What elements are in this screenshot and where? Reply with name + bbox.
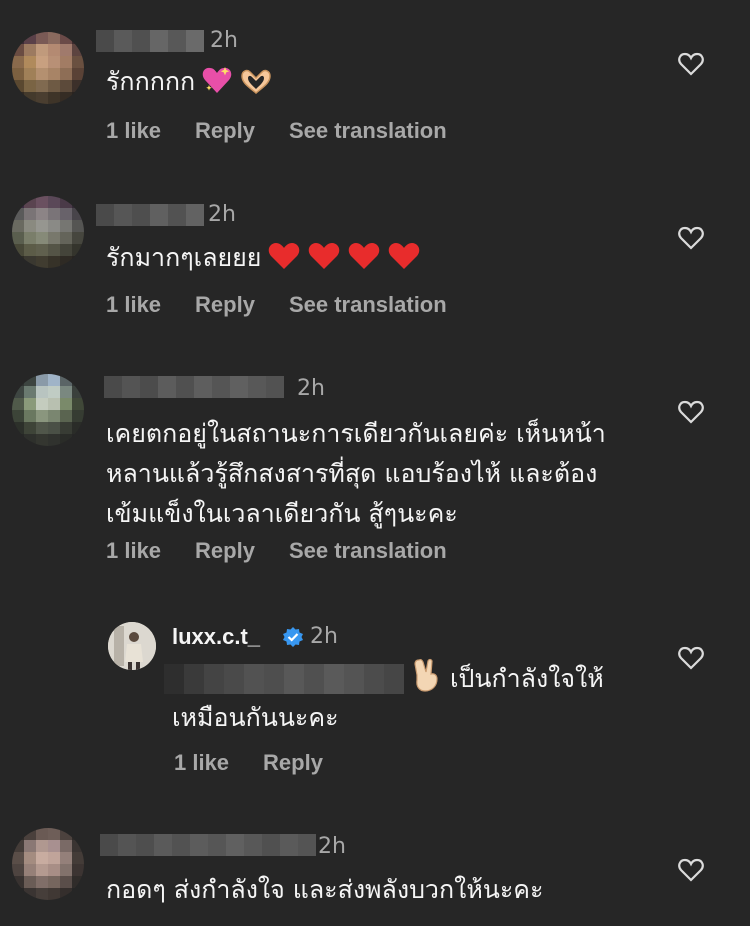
like-heart-icon[interactable] (678, 858, 704, 882)
avatar[interactable] (12, 374, 84, 446)
avatar[interactable] (12, 196, 84, 268)
comment-text: เคยตกอยู่ในสถานะการเดียวกันเลยค่ะ เห็นหน… (106, 419, 606, 528)
victory-hand-icon (412, 658, 442, 704)
avatar[interactable] (12, 828, 84, 900)
reply-button[interactable]: Reply (195, 292, 255, 318)
mention-blurred[interactable] (164, 664, 404, 694)
comment-actions: 1 like Reply See translation (106, 118, 447, 144)
comment-text: รักกกกก (106, 62, 273, 107)
like-heart-icon[interactable] (678, 400, 704, 424)
likes-count[interactable]: 1 like (106, 118, 161, 144)
comment-time: 2h (297, 376, 325, 401)
avatar[interactable] (108, 622, 156, 670)
username-blurred[interactable] (96, 204, 204, 226)
comment-text: กอดๆ ส่งกำลังใจ และส่งพลังบวกให้นะคะ (106, 875, 544, 904)
username-blurred[interactable] (100, 834, 316, 856)
username-blurred[interactable] (104, 376, 284, 398)
red-heart-icon (307, 241, 341, 283)
reply-text-line2: เหมือนกันนะคะ (172, 703, 339, 732)
like-heart-icon[interactable] (678, 226, 704, 250)
comment-time: 2h (310, 624, 338, 649)
username-blurred[interactable] (96, 30, 204, 52)
sparkling-heart-icon (201, 65, 233, 107)
likes-count[interactable]: 1 like (106, 292, 161, 318)
comment-time: 2h (208, 202, 236, 227)
see-translation-button[interactable]: See translation (289, 292, 447, 318)
like-heart-icon[interactable] (678, 646, 704, 670)
likes-count[interactable]: 1 like (174, 750, 229, 776)
likes-count[interactable]: 1 like (106, 538, 161, 564)
see-translation-button[interactable]: See translation (289, 118, 447, 144)
reply-button[interactable]: Reply (195, 538, 255, 564)
comment-actions: 1 like Reply See translation (106, 538, 447, 564)
avatar[interactable] (12, 32, 84, 104)
like-heart-icon[interactable] (678, 52, 704, 76)
reply-username[interactable]: luxx.c.t_ (172, 624, 260, 650)
see-translation-button[interactable]: See translation (289, 538, 447, 564)
reply-button[interactable]: Reply (195, 118, 255, 144)
comment-text: รักมากๆเลยยย (106, 238, 421, 283)
reply-button[interactable]: Reply (263, 750, 323, 776)
red-heart-icon (267, 241, 301, 283)
red-heart-icon (387, 241, 421, 283)
verified-badge-icon (283, 627, 303, 647)
reply-text: เป็นกำลังใจให้ (412, 658, 604, 704)
comment-time: 2h (318, 834, 346, 859)
comment-time: 2h (210, 28, 238, 53)
comment-actions: 1 like Reply (174, 750, 323, 776)
comment-actions: 1 like Reply See translation (106, 292, 447, 318)
heart-hands-icon (239, 67, 273, 107)
profile-photo-icon (108, 622, 156, 670)
red-heart-icon (347, 241, 381, 283)
